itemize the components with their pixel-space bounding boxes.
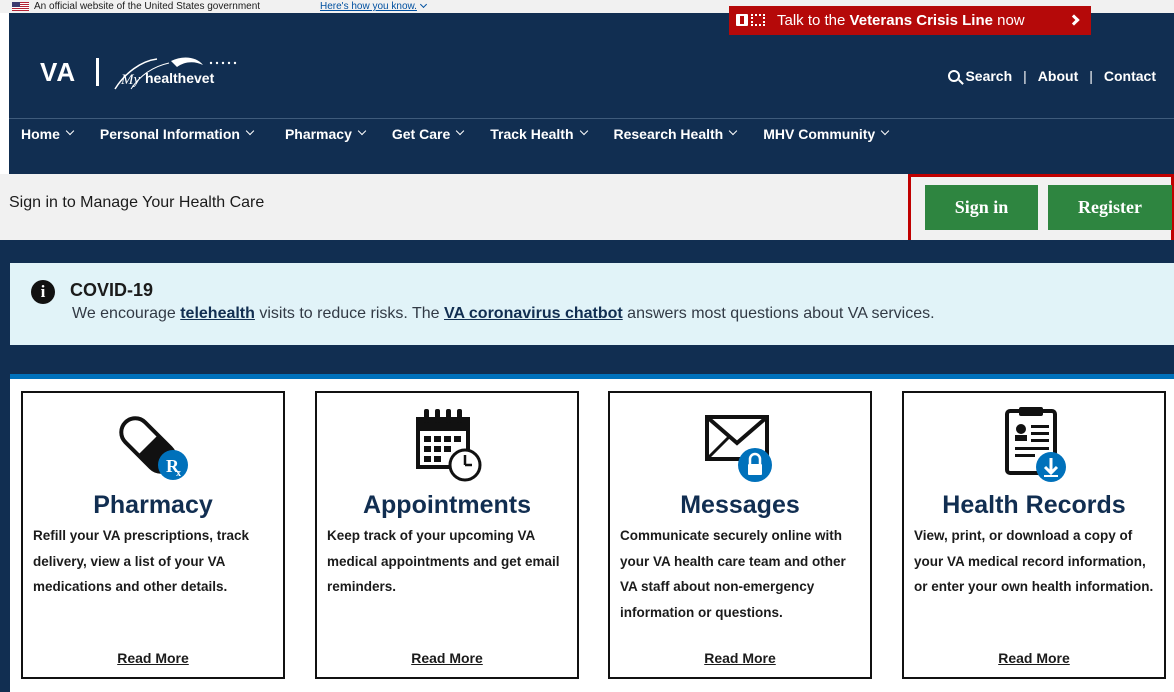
- card-title: Appointments: [362, 491, 532, 519]
- covid-text: answers most questions about VA services…: [622, 305, 935, 322]
- nav-item-research-health[interactable]: Research Health: [613, 126, 738, 142]
- crisis-prefix: Talk to the: [777, 12, 850, 29]
- nav-item-get-care[interactable]: Get Care: [391, 126, 465, 142]
- keypad-icon: [751, 14, 765, 26]
- envelope-lock-icon: [610, 405, 870, 485]
- pill-rx-icon: R x: [23, 405, 283, 485]
- nav-label: Personal Information: [99, 126, 240, 142]
- card-title: Health Records: [942, 491, 1126, 519]
- logo-divider: [96, 58, 99, 86]
- nav-label: MHV Community: [763, 126, 876, 142]
- sign-in-button[interactable]: Sign in: [925, 185, 1038, 230]
- nav-label: Research Health: [613, 126, 724, 142]
- chevron-down-icon: [579, 126, 588, 136]
- calendar-clock-icon: [317, 405, 577, 485]
- chevron-down-icon: [357, 126, 367, 136]
- nav-item-personal-information[interactable]: Personal Information: [99, 126, 255, 142]
- signin-bar-title: Sign in to Manage Your Health Care: [9, 194, 265, 211]
- card-description: Refill your VA prescriptions, track deli…: [33, 528, 250, 594]
- record-download-icon: [904, 405, 1164, 485]
- nav-item-home[interactable]: Home: [21, 126, 75, 142]
- va-logo[interactable]: VA: [40, 57, 76, 88]
- svg-text:x: x: [176, 468, 181, 479]
- nav-label: Home: [21, 126, 60, 142]
- search-link[interactable]: Search: [948, 68, 1012, 84]
- nav-item-pharmacy[interactable]: Pharmacy: [284, 126, 367, 142]
- nav-label: Get Care: [391, 126, 451, 142]
- read-more-link[interactable]: Read More: [610, 650, 870, 666]
- logo-my-text: My: [120, 72, 140, 88]
- contact-link[interactable]: Contact: [1104, 68, 1156, 84]
- crisis-line-icon: [736, 14, 748, 26]
- card-appointments: Appointments Keep track of your upcoming…: [315, 391, 579, 679]
- link-separator: |: [1023, 68, 1027, 84]
- nav-item-track-health[interactable]: Track Health: [490, 126, 588, 142]
- chevron-down-icon: [455, 126, 465, 136]
- logo-healthevet-text: healthevet: [145, 70, 215, 86]
- header-utility-links: Search | About | Contact: [948, 68, 1156, 84]
- how-you-know-label: Here's how you know.: [320, 1, 417, 12]
- crisis-suffix: now: [992, 12, 1025, 29]
- card-description: Keep track of your upcoming VA medical a…: [327, 528, 560, 594]
- chevron-down-icon: [245, 126, 255, 136]
- nav-label: Pharmacy: [284, 126, 352, 142]
- how-you-know-link[interactable]: Here's how you know.: [320, 0, 428, 13]
- covid-alert: i COVID-19 We encourage telehealth visit…: [10, 263, 1174, 345]
- chevron-down-icon: [728, 126, 738, 136]
- covid-message: We encourage telehealth visits to reduce…: [72, 305, 935, 323]
- site-header: VA My healthevet Search | About | Contac…: [9, 13, 1174, 174]
- card-title: Messages: [680, 491, 800, 519]
- search-label: Search: [965, 68, 1013, 84]
- card-messages: Messages Communicate securely online wit…: [608, 391, 872, 679]
- card-health-records: Health Records View, print, or download …: [902, 391, 1166, 679]
- card-pharmacy: R x Pharmacy Refill your VA prescription…: [21, 391, 285, 679]
- chevron-down-icon: [880, 126, 890, 136]
- us-flag-icon: [12, 2, 29, 11]
- info-icon: i: [31, 280, 55, 304]
- crisis-bold: Veterans Crisis Line: [849, 12, 993, 29]
- main-nav: Home Personal Information Pharmacy Get C…: [12, 126, 890, 142]
- chevron-down-icon: [419, 0, 428, 9]
- chevron-down-icon: [65, 126, 75, 136]
- chevron-right-icon: [1068, 14, 1080, 26]
- card-description: View, print, or download a copy of your …: [914, 528, 1154, 594]
- link-separator: |: [1089, 68, 1093, 84]
- read-more-link[interactable]: Read More: [23, 650, 283, 666]
- covid-title: COVID-19: [70, 280, 154, 300]
- search-icon: [948, 70, 961, 82]
- crisis-line-text: Talk to the Veterans Crisis Line now: [777, 6, 1025, 35]
- header-divider: [9, 118, 1174, 119]
- coronavirus-chatbot-link[interactable]: VA coronavirus chatbot: [444, 305, 623, 322]
- read-more-link[interactable]: Read More: [317, 650, 577, 666]
- official-site-text: An official website of the United States…: [34, 1, 261, 12]
- covid-text: We encourage: [72, 305, 181, 322]
- about-link[interactable]: About: [1038, 68, 1078, 84]
- card-title: Pharmacy: [93, 491, 213, 519]
- nav-label: Track Health: [490, 126, 574, 142]
- covid-text: visits to reduce risks. The: [254, 305, 445, 322]
- telehealth-link[interactable]: telehealth: [180, 305, 255, 322]
- crisis-line-button[interactable]: Talk to the Veterans Crisis Line now: [729, 6, 1091, 35]
- nav-item-mhv-community[interactable]: MHV Community: [763, 126, 890, 142]
- register-button[interactable]: Register: [1048, 185, 1172, 230]
- card-description: Communicate securely online with your VA…: [620, 528, 846, 620]
- read-more-link[interactable]: Read More: [904, 650, 1164, 666]
- myhealthevet-logo[interactable]: My healthevet: [111, 53, 261, 93]
